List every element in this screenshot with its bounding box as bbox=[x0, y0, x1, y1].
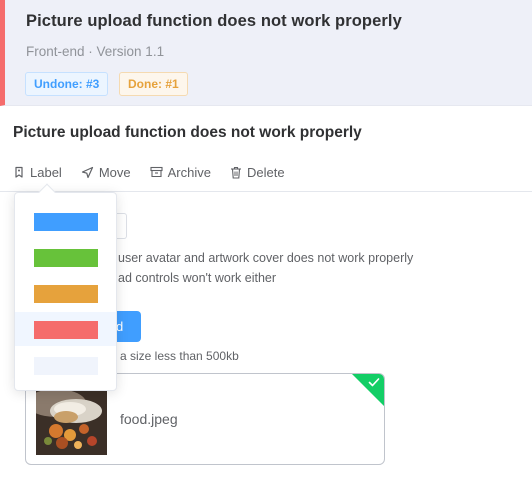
check-icon bbox=[368, 378, 380, 387]
description-line-2: ad controls won't work either bbox=[118, 271, 277, 285]
issue-card[interactable]: Picture upload function does not work pr… bbox=[0, 0, 532, 106]
done-badge: Done: #1 bbox=[119, 72, 188, 96]
archive-button-text: Archive bbox=[167, 164, 211, 180]
label-option-red[interactable] bbox=[15, 312, 116, 346]
move-button-text: Move bbox=[98, 164, 131, 180]
send-icon bbox=[81, 166, 93, 178]
label-option-green[interactable] bbox=[15, 240, 116, 274]
issue-card-title: Picture upload function does not work pr… bbox=[26, 12, 402, 30]
file-thumbnail bbox=[36, 391, 107, 455]
label-button-text: Label bbox=[30, 164, 62, 180]
file-name: food.jpeg bbox=[120, 411, 178, 427]
tag-icon bbox=[15, 166, 23, 178]
upload-hint: a size less than 500kb bbox=[120, 349, 239, 363]
issue-card-meta: Front-end · Version 1.1 bbox=[26, 44, 165, 59]
detail-toolbar: Label Move Archive Delete bbox=[13, 162, 304, 182]
label-option-none[interactable] bbox=[15, 348, 116, 382]
color-swatch bbox=[34, 249, 98, 267]
label-option-blue[interactable] bbox=[15, 204, 116, 238]
dropdown-arrow bbox=[38, 183, 56, 201]
trash-icon bbox=[230, 166, 241, 179]
delete-button-text: Delete bbox=[246, 164, 285, 180]
detail-title: Picture upload function does not work pr… bbox=[13, 124, 362, 141]
color-swatch bbox=[34, 321, 98, 339]
description-line-1: user avatar and artwork cover does not w… bbox=[118, 251, 414, 265]
archive-icon bbox=[150, 166, 163, 178]
label-option-orange[interactable] bbox=[15, 276, 116, 310]
label-button[interactable]: Label bbox=[13, 165, 62, 180]
archive-button[interactable]: Archive bbox=[150, 165, 211, 180]
color-swatch bbox=[34, 213, 98, 231]
delete-button[interactable]: Delete bbox=[230, 165, 285, 180]
move-button[interactable]: Move bbox=[81, 165, 131, 180]
color-swatch bbox=[34, 357, 98, 375]
undone-badge: Undone: #3 bbox=[25, 72, 109, 96]
color-swatch bbox=[34, 285, 98, 303]
label-color-dropdown bbox=[14, 183, 117, 391]
